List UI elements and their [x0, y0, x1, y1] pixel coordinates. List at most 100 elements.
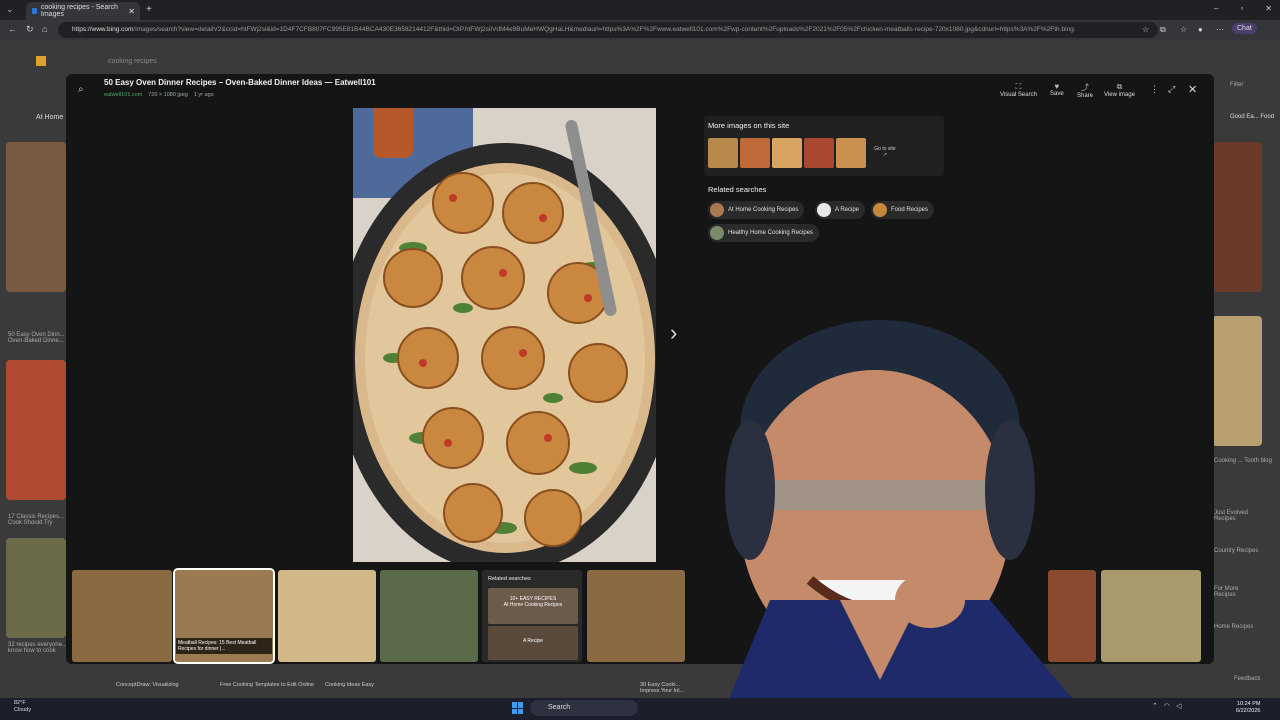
- taskbar-search[interactable]: Search: [530, 700, 638, 716]
- weather-widget[interactable]: 82°F Cloudy: [14, 700, 31, 714]
- bg-right-label-3[interactable]: Country Recipes: [1214, 548, 1260, 554]
- view-image-label: View image: [1104, 92, 1135, 98]
- save-button[interactable]: ♥ Save: [1050, 82, 1064, 97]
- strip-thumbnail[interactable]: [587, 570, 685, 662]
- source-site-link[interactable]: eatwell101.com: [104, 92, 142, 98]
- site-thumbnail[interactable]: [740, 138, 770, 168]
- related-chip-at-home-cooking[interactable]: At Home Cooking Recipes: [708, 201, 805, 219]
- browser-tab[interactable]: cooking recipes - Search Images ✕: [26, 2, 140, 20]
- strip-related-at-home[interactable]: 10+ EASY RECIPES At Home Cooking Recipes: [488, 588, 578, 624]
- volume-icon[interactable]: ◁: [1176, 702, 1181, 710]
- share-icon: ⤴: [1081, 83, 1089, 92]
- bg-right-label-0[interactable]: Good Ea... Food: [1230, 114, 1274, 120]
- bg-thumb-right-1[interactable]: [1212, 142, 1262, 292]
- viewer-close-icon[interactable]: ✕: [1188, 83, 1197, 96]
- favorites-icon[interactable]: ☆: [1180, 25, 1187, 34]
- bg-bottom-label-0[interactable]: ConceptDraw: Visualizing: [116, 682, 179, 688]
- bg-thumb-left-2[interactable]: [6, 360, 66, 500]
- bg-thumb-left-1[interactable]: [6, 142, 66, 292]
- start-windows-icon[interactable]: [512, 702, 524, 714]
- clock-time: 10:24 PM: [1236, 701, 1261, 707]
- back-icon[interactable]: ←: [8, 24, 17, 34]
- go-to-site-link[interactable]: Go to site ↗: [870, 146, 900, 158]
- bg-bottom-label-1[interactable]: Free Cooking Templates to Edit Online: [220, 682, 330, 688]
- bg-right-label-4[interactable]: For More Recipes: [1214, 586, 1260, 598]
- more-images-thumbnails: [708, 138, 866, 168]
- search-icon[interactable]: ⌕: [78, 84, 84, 95]
- tab-list-chevron-icon[interactable]: ⌄: [6, 4, 14, 15]
- related-chip-label: At Home Cooking Recipes: [728, 207, 799, 213]
- tab-close-icon[interactable]: ✕: [128, 7, 135, 16]
- more-images-title: More images on this site: [708, 121, 790, 130]
- bg-left-label-3[interactable]: 32 recipes everyone... know how to cook: [8, 642, 68, 654]
- image-title[interactable]: 50 Easy Oven Dinner Recipes – Oven-Baked…: [104, 78, 376, 87]
- main-image-chicken-meatballs[interactable]: [353, 108, 656, 562]
- minimize-icon[interactable]: –: [1214, 4, 1218, 13]
- site-thumbnail[interactable]: [772, 138, 802, 168]
- related-thumb: [710, 226, 724, 240]
- more-options-icon[interactable]: ⋮: [1150, 84, 1159, 95]
- taskbar-clock[interactable]: 10:24 PM 6/22/2026: [1236, 701, 1260, 715]
- wifi-icon[interactable]: ◠: [1164, 702, 1170, 710]
- strip-related-a-recipe[interactable]: A Recipe: [488, 626, 578, 660]
- site-thumbnail[interactable]: [836, 138, 866, 168]
- strip-related-a-label: At Home Cooking Recipes: [503, 602, 563, 608]
- strip-related-title: Related searches: [488, 576, 531, 582]
- bg-thumb-right-2[interactable]: [1212, 316, 1262, 446]
- image-meta: eatwell101.com 720 × 1080 jpeg 1 yr ago: [104, 92, 214, 98]
- tab-title: cooking recipes - Search Images: [40, 4, 118, 18]
- bookmark-star-icon[interactable]: ☆: [1142, 25, 1149, 34]
- tray-chevron-icon[interactable]: ⌃: [1152, 702, 1158, 710]
- site-thumbnail[interactable]: [708, 138, 738, 168]
- chat-button[interactable]: Chat: [1232, 23, 1257, 34]
- bg-right-label-1[interactable]: Cooking ... Tooth blog: [1214, 458, 1272, 464]
- feedback-link[interactable]: Feedback: [1234, 676, 1260, 682]
- browser-tab-bar: [0, 0, 1280, 20]
- menu-dots-icon[interactable]: ⋯: [1216, 25, 1224, 34]
- related-chip-label: Food Recipes: [891, 207, 929, 213]
- weather-desc: Cloudy: [14, 707, 32, 713]
- microsoft-logo-icon[interactable]: [36, 56, 46, 66]
- related-thumb: [817, 203, 831, 217]
- bg-bottom-label-2[interactable]: Cooking Ideas Easy: [325, 682, 374, 688]
- visual-search-button[interactable]: ⛶ Visual Search: [1000, 82, 1037, 98]
- visual-search-icon: ⛶: [1015, 82, 1022, 91]
- strip-thumbnail[interactable]: [380, 570, 478, 662]
- streamer-webcam-image: [720, 320, 1090, 720]
- save-icon: ♥: [1054, 82, 1060, 91]
- bg-left-label-2[interactable]: 17 Classic Recipes... Cook Should Try: [8, 514, 68, 526]
- system-tray: ⌃ ◠ ◁: [1152, 702, 1181, 710]
- site-thumbnail[interactable]: [804, 138, 834, 168]
- strip-caption: Meatball Recipes: 15 Best Meatball Recip…: [176, 638, 272, 654]
- new-tab-icon[interactable]: +: [146, 4, 152, 15]
- related-chip-food-recipes[interactable]: Food Recipes: [871, 201, 935, 219]
- share-button[interactable]: ⤴ Share: [1077, 82, 1093, 99]
- bg-right-label-5[interactable]: Home Recipes: [1214, 624, 1260, 630]
- bg-left-label-0[interactable]: At Home: [36, 114, 63, 121]
- view-image-icon: ⧉: [1116, 82, 1123, 91]
- clock-date: 6/22/2026: [1236, 708, 1261, 714]
- bg-right-label-2[interactable]: Just Evolved Recipes: [1214, 510, 1260, 522]
- profile-icon[interactable]: ●: [1198, 25, 1203, 34]
- strip-thumbnail[interactable]: [72, 570, 172, 662]
- reload-icon[interactable]: ↻: [26, 24, 34, 35]
- filter-label[interactable]: Filter: [1230, 82, 1243, 88]
- bg-left-label-1[interactable]: 50 Easy Oven Dinn... Oven-Baked Dinne...: [8, 332, 68, 344]
- fullscreen-icon[interactable]: ⤢: [1168, 84, 1175, 95]
- related-chip-a-recipe[interactable]: A Recipe: [815, 201, 866, 219]
- next-image-chevron-icon[interactable]: ›: [670, 320, 677, 346]
- strip-thumbnail[interactable]: [278, 570, 376, 662]
- view-image-button[interactable]: ⧉ View image: [1104, 82, 1135, 98]
- related-chip-healthy-home-cooking[interactable]: Healthy Home Cooking Recipes: [708, 224, 820, 242]
- window-close-icon[interactable]: ✕: [1265, 4, 1272, 13]
- related-thumb: [710, 203, 724, 217]
- maximize-icon[interactable]: ▫: [1240, 4, 1243, 13]
- extensions-icon[interactable]: ⧉: [1160, 25, 1166, 35]
- address-bar[interactable]: https://www.bing.com/images/search?view=…: [58, 22, 1158, 38]
- visual-search-label: Visual Search: [1000, 92, 1037, 98]
- background-search-box[interactable]: cooking recipes: [80, 54, 410, 70]
- external-link-icon: ↗: [882, 152, 888, 158]
- home-icon[interactable]: ⌂: [42, 24, 47, 34]
- image-age: 1 yr ago: [193, 92, 214, 98]
- bg-thumb-left-3[interactable]: [6, 538, 66, 638]
